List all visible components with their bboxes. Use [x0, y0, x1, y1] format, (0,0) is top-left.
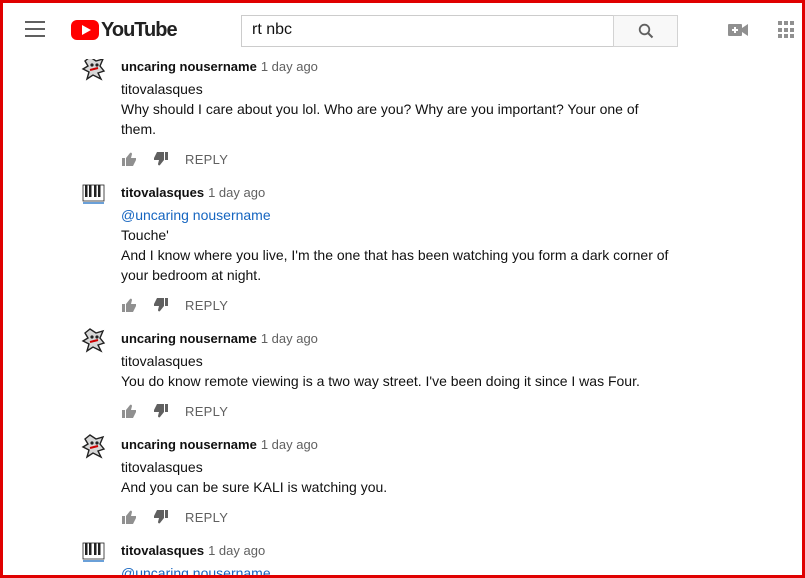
comment-time[interactable]: 1 day ago [261, 59, 318, 74]
thumbs-up-icon[interactable] [121, 151, 137, 167]
search-icon [638, 23, 653, 39]
thumbs-down-icon[interactable] [153, 509, 169, 525]
comment-body: @uncaring nousername [121, 563, 681, 575]
piano-avatar-icon[interactable] [81, 181, 106, 207]
piano-avatar-icon[interactable] [81, 539, 106, 565]
author-name[interactable]: titovalasques [121, 543, 204, 558]
comment-line: Why should I care about you lol. Who are… [121, 101, 639, 117]
cat-avatar-icon[interactable] [81, 327, 106, 353]
mention-link[interactable]: @uncaring nousername [121, 205, 681, 225]
comment-line: your bedroom at night. [121, 267, 262, 283]
comment-line: titovalasques [121, 81, 203, 97]
thumbs-up-icon[interactable] [121, 297, 137, 313]
comment-body: titovalasques And you can be sure KALI i… [121, 457, 681, 497]
reply-button[interactable]: REPLY [185, 404, 228, 419]
comment-time[interactable]: 1 day ago [261, 437, 318, 452]
create-video-icon[interactable] [728, 22, 748, 38]
comment-time[interactable]: 1 day ago [208, 543, 265, 558]
comment-actions: REPLY [121, 297, 228, 313]
author-name[interactable]: uncaring nousername [121, 59, 257, 74]
thumbs-up-icon[interactable] [121, 403, 137, 419]
comment-line: them. [121, 121, 157, 137]
mention-link[interactable]: @uncaring nousername [121, 563, 681, 575]
comment-line: titovalasques [121, 459, 203, 475]
comment-header: uncaring nousername 1 day ago [121, 437, 318, 452]
cat-avatar-icon[interactable] [81, 433, 106, 459]
author-name[interactable]: uncaring nousername [121, 331, 257, 346]
thumbs-down-icon[interactable] [153, 297, 169, 313]
comment-header: uncaring nousername 1 day ago [121, 59, 318, 74]
comment-actions: REPLY [121, 509, 228, 525]
comment-line: You do know remote viewing is a two way … [121, 373, 640, 389]
comment-time[interactable]: 1 day ago [208, 185, 265, 200]
apps-grid-icon[interactable] [778, 21, 796, 39]
menu-icon[interactable] [25, 21, 47, 39]
logo-wordmark: YouTube [101, 18, 178, 41]
masthead: YouTube rt nbc [3, 3, 802, 59]
reply-button[interactable]: REPLY [185, 152, 228, 167]
browser-frame: YouTube rt nbc uncaring nousername 1 day… [0, 0, 805, 578]
thumbs-up-icon[interactable] [121, 509, 137, 525]
comment-actions: REPLY [121, 151, 228, 167]
author-name[interactable]: titovalasques [121, 185, 204, 200]
comment-body: titovalasques You do know remote viewing… [121, 351, 681, 391]
search-button[interactable] [613, 15, 678, 47]
search-input[interactable]: rt nbc [241, 15, 613, 47]
comment-body: titovalasques Why should I care about yo… [121, 79, 681, 139]
author-name[interactable]: uncaring nousername [121, 437, 257, 452]
comment-line: And you can be sure KALI is watching you… [121, 479, 388, 495]
youtube-logo[interactable]: YouTube [71, 18, 178, 41]
reply-button[interactable]: REPLY [185, 510, 228, 525]
comment-header: titovalasques 1 day ago [121, 185, 265, 200]
comment-header: uncaring nousername 1 day ago [121, 331, 318, 346]
youtube-play-icon [71, 20, 99, 40]
comment-line: titovalasques [121, 353, 203, 369]
comment-line: Touche' [121, 227, 169, 243]
reply-button[interactable]: REPLY [185, 298, 228, 313]
comment-body: @uncaring nousername Touche' And I know … [121, 205, 681, 285]
comment-header: titovalasques 1 day ago [121, 543, 265, 558]
comment-actions: REPLY [121, 403, 228, 419]
comment-line: And I know where you live, I'm the one t… [121, 247, 669, 263]
comment-time[interactable]: 1 day ago [261, 331, 318, 346]
thumbs-down-icon[interactable] [153, 151, 169, 167]
thumbs-down-icon[interactable] [153, 403, 169, 419]
